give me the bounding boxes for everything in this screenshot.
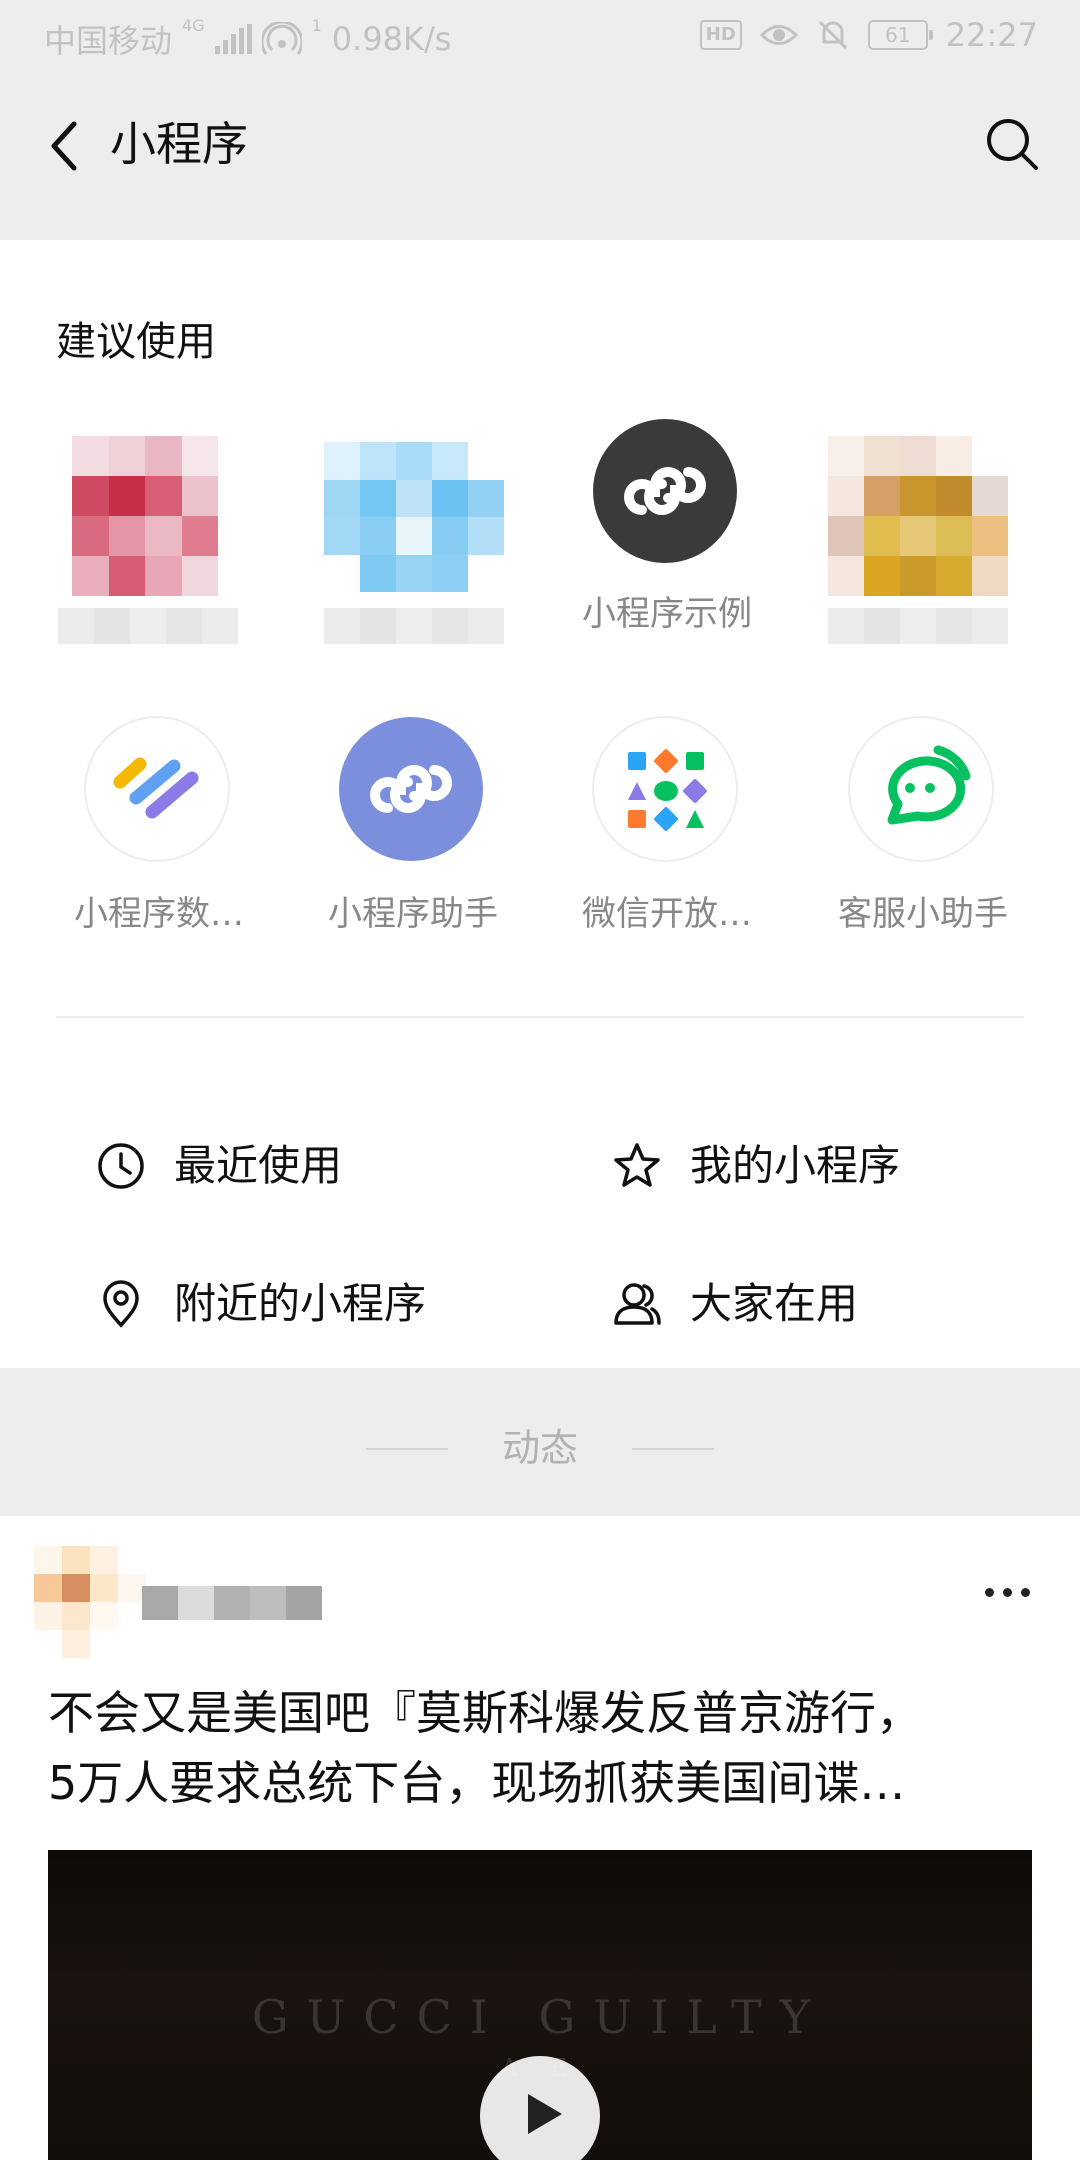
app-label: 微信开放… bbox=[582, 894, 752, 934]
signal-icon bbox=[214, 24, 252, 54]
suggested-app-5[interactable]: 小程序数… bbox=[36, 716, 266, 976]
feed-post[interactable]: 不会又是美国吧『莫斯科爆发反普京游行， 5万人要求总统下台，现场抓获美国间谍… … bbox=[0, 1516, 1080, 2160]
bell-off-icon bbox=[818, 20, 847, 50]
video-brand-text: GUCCI GUILTY bbox=[251, 1990, 829, 2044]
chat-bubble-icon bbox=[848, 716, 994, 862]
suggested-app-1[interactable] bbox=[36, 416, 266, 676]
hd-badge: HD bbox=[699, 20, 742, 50]
mini-program-icon bbox=[339, 717, 483, 861]
quick-link-recent[interactable]: 最近使用 bbox=[96, 1126, 342, 1206]
app-label: 客服小助手 bbox=[838, 894, 1008, 934]
video-thumbnail[interactable]: GUCCI GUILTY A E bbox=[48, 1850, 1032, 2160]
main-panel: 建议使用 小程序示例 小程序数… 小程序助手 微信开放… 客服小助手 最近使用 … bbox=[0, 240, 1080, 1368]
suggested-title: 建议使用 bbox=[56, 319, 216, 365]
quick-link-label: 大家在用 bbox=[690, 1279, 859, 1328]
feed-title: 动态 bbox=[501, 1426, 578, 1470]
back-button[interactable] bbox=[40, 110, 92, 182]
mini-program-icon bbox=[593, 419, 737, 563]
blurred-app-label bbox=[324, 608, 504, 644]
app-label: 小程序助手 bbox=[328, 894, 498, 934]
search-button[interactable] bbox=[984, 114, 1040, 174]
people-icon bbox=[614, 1283, 661, 1325]
quick-link-nearby[interactable]: 附近的小程序 bbox=[96, 1264, 426, 1344]
suggested-app-3[interactable]: 小程序示例 bbox=[544, 416, 774, 676]
blurred-app-icon bbox=[828, 436, 1008, 596]
suggested-app-2[interactable] bbox=[290, 416, 520, 676]
hotspot-icon bbox=[261, 22, 302, 55]
divider bbox=[56, 1016, 1024, 1018]
status-left: 中国移动 4G 1 0.98K/s bbox=[44, 16, 451, 62]
blurred-app-label bbox=[58, 608, 238, 644]
star-icon bbox=[614, 1143, 660, 1187]
quick-link-my-mini-programs[interactable]: 我的小程序 bbox=[612, 1126, 900, 1206]
app-label: 小程序数… bbox=[74, 894, 244, 934]
quick-link-label: 最近使用 bbox=[174, 1141, 343, 1190]
nav-bar: 小程序 bbox=[0, 74, 1080, 240]
feed-header: 动态 bbox=[0, 1368, 1080, 1516]
blurred-avatar bbox=[34, 1546, 146, 1658]
shapes-grid-icon bbox=[592, 716, 738, 862]
feed-header-line-right bbox=[632, 1448, 714, 1450]
suggested-app-6[interactable]: 小程序助手 bbox=[290, 716, 520, 976]
page-title: 小程序 bbox=[110, 117, 248, 171]
suggested-app-8[interactable]: 客服小助手 bbox=[800, 716, 1030, 976]
more-options-button[interactable] bbox=[985, 1588, 1030, 1597]
quick-link-label: 附近的小程序 bbox=[174, 1279, 427, 1328]
blurred-app-icon bbox=[72, 436, 218, 596]
chevron-left-icon bbox=[51, 121, 77, 171]
blurred-app-label bbox=[828, 608, 1008, 644]
app-label: 小程序示例 bbox=[582, 594, 752, 634]
quick-link-label: 我的小程序 bbox=[690, 1141, 901, 1190]
blurred-app-icon bbox=[324, 442, 504, 592]
suggested-app-7[interactable]: 微信开放… bbox=[544, 716, 774, 976]
quick-link-popular[interactable]: 大家在用 bbox=[612, 1264, 858, 1344]
network-speed: 0.98K/s bbox=[331, 20, 452, 58]
eye-icon bbox=[759, 25, 798, 45]
status-right: HD 61 22:27 bbox=[699, 16, 1038, 54]
location-pin-icon bbox=[103, 1280, 139, 1328]
search-icon bbox=[987, 119, 1038, 170]
network-type: 4G bbox=[182, 16, 205, 35]
status-bar: 中国移动 4G 1 0.98K/s HD 61 22:27 bbox=[0, 0, 1080, 74]
clock-icon bbox=[98, 1143, 144, 1189]
hotspot-count: 1 bbox=[311, 16, 322, 35]
battery-icon: 61 bbox=[867, 20, 933, 50]
post-title-line: 不会又是美国吧『莫斯科爆发反普京游行， bbox=[48, 1686, 922, 1740]
blurred-author-name bbox=[142, 1586, 322, 1620]
post-title-line: 5万人要求总统下台，现场抓获美国间谍… bbox=[48, 1756, 906, 1810]
suggested-app-4[interactable] bbox=[800, 416, 1030, 676]
data-stripes-icon bbox=[84, 716, 230, 862]
post-title[interactable]: 不会又是美国吧『莫斯科爆发反普京游行， 5万人要求总统下台，现场抓获美国间谍… bbox=[48, 1678, 1028, 1818]
carrier-name: 中国移动 bbox=[44, 22, 173, 60]
clock-time: 22:27 bbox=[945, 16, 1038, 54]
